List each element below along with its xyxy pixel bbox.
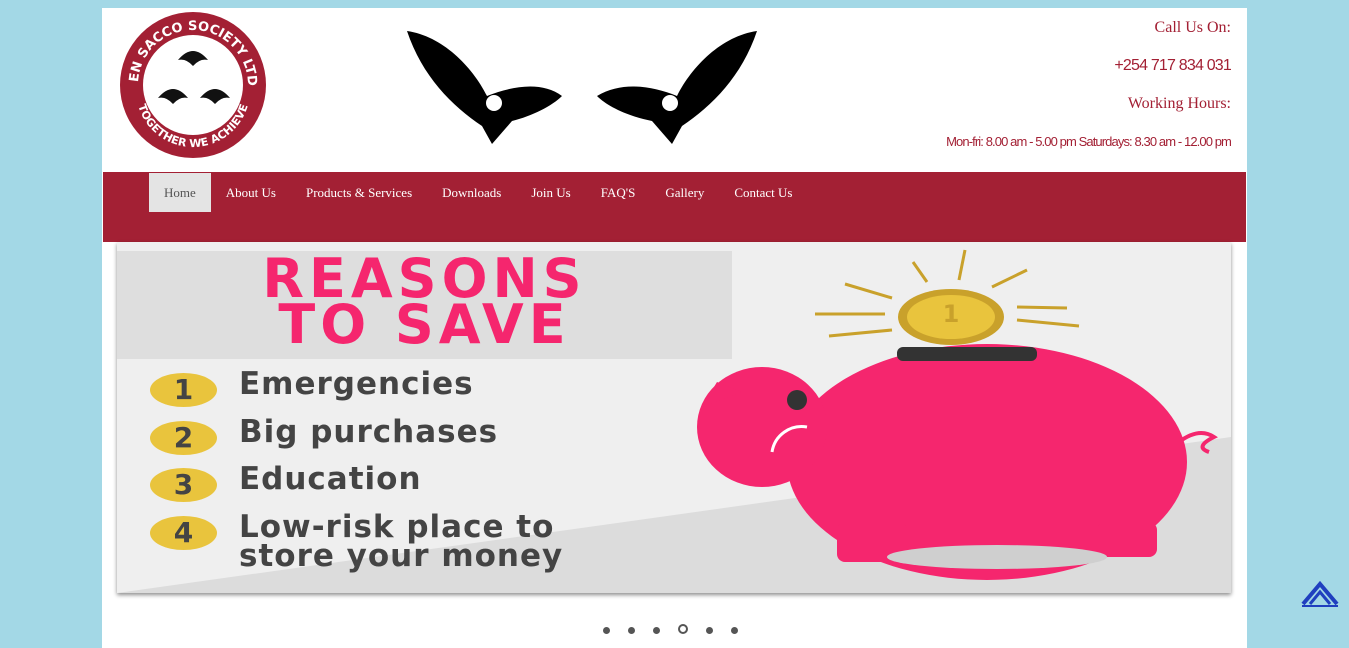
hero-slider[interactable]: REASONS TO SAVE 1 1 Emergencies 2 Big pu… bbox=[117, 242, 1231, 593]
reason-number: 3 bbox=[150, 468, 217, 502]
coin-label: 1 bbox=[942, 300, 960, 328]
top-strip bbox=[0, 0, 1349, 8]
slider-dot-6[interactable] bbox=[731, 627, 738, 634]
nav-item-downloads[interactable]: Downloads bbox=[427, 173, 516, 212]
slider-dot-1[interactable] bbox=[603, 627, 610, 634]
hours-label: Working Hours: bbox=[1127, 95, 1231, 112]
working-hours: Mon-fri: 8.00 am - 5.00 pm Saturdays: 8.… bbox=[946, 134, 1232, 149]
chevron-up-icon[interactable] bbox=[1300, 578, 1340, 608]
slider-dot-5[interactable] bbox=[706, 627, 713, 634]
page-container: FEN SACCO SOCIETY LTD. TOGETHER WE ACHIE… bbox=[102, 8, 1247, 648]
headline-line-2: TO SAVE bbox=[278, 293, 571, 356]
sacco-logo[interactable]: FEN SACCO SOCIETY LTD. TOGETHER WE ACHIE… bbox=[118, 10, 268, 160]
nav-item-contact-us[interactable]: Contact Us bbox=[719, 173, 807, 212]
phone-number[interactable]: +254 717 834 031 bbox=[946, 57, 1231, 75]
main-nav: Home About Us Products & Services Downlo… bbox=[103, 172, 1246, 242]
nav-item-home[interactable]: Home bbox=[149, 173, 211, 212]
nav-item-products-services[interactable]: Products & Services bbox=[291, 173, 427, 212]
reason-number: 1 bbox=[150, 373, 217, 407]
contact-block: Call Us On: +254 717 834 031 Working Hou… bbox=[946, 19, 1232, 149]
slider-dot-3[interactable] bbox=[653, 627, 660, 634]
nav-item-gallery[interactable]: Gallery bbox=[650, 173, 719, 212]
nav-item-join-us[interactable]: Join Us bbox=[516, 173, 585, 212]
reason-number: 2 bbox=[150, 421, 217, 455]
eagles-image bbox=[407, 31, 757, 144]
reason-text: Education bbox=[239, 461, 422, 497]
reason-text: Low-risk place to bbox=[239, 509, 555, 545]
reason-number: 4 bbox=[150, 516, 217, 550]
reason-text-line-2: store your money bbox=[239, 538, 564, 574]
slider-dot-2[interactable] bbox=[628, 627, 635, 634]
reason-text: Emergencies bbox=[239, 366, 474, 402]
nav-item-faqs[interactable]: FAQ'S bbox=[586, 173, 651, 212]
reason-text: Big purchases bbox=[239, 414, 499, 450]
call-label: Call Us On: bbox=[1154, 19, 1231, 36]
nav-item-about-us[interactable]: About Us bbox=[211, 173, 291, 212]
slider-dots bbox=[603, 624, 738, 634]
slider-dot-4[interactable] bbox=[678, 624, 688, 634]
